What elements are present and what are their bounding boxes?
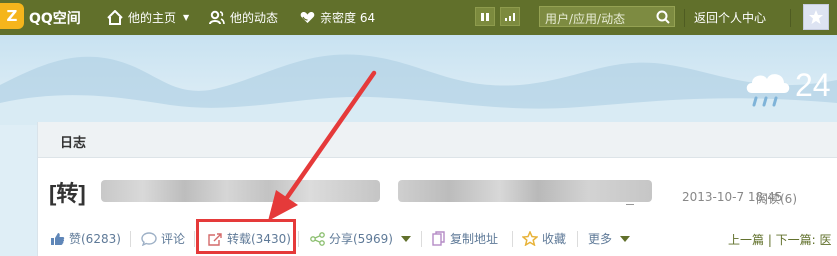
panel-title: 日志 bbox=[60, 136, 87, 151]
search-placeholder: 用户/应用/动态 bbox=[545, 12, 626, 26]
copy-link-label: 复制地址 bbox=[450, 232, 499, 246]
blurred-title-text bbox=[398, 180, 652, 202]
share-button[interactable]: 分享(5969) bbox=[310, 230, 411, 247]
nav-home-label: 他的主页 bbox=[128, 11, 177, 25]
hero-banner: 24 bbox=[0, 35, 837, 125]
highlight-box bbox=[196, 219, 296, 254]
chevron-down-icon: ▼ bbox=[183, 13, 190, 22]
more-label: 更多 bbox=[588, 232, 613, 246]
like-button[interactable]: 赞(6283) bbox=[50, 230, 121, 247]
thumbs-up-icon bbox=[51, 232, 65, 245]
nav-activity-label: 他的动态 bbox=[230, 11, 279, 25]
search-input[interactable]: 用户/应用/动态 bbox=[539, 6, 675, 27]
divider bbox=[512, 231, 513, 247]
avatar[interactable] bbox=[803, 4, 829, 30]
rain-cloud-icon bbox=[746, 74, 790, 107]
star-outline-icon bbox=[522, 231, 538, 246]
favorite-label: 收藏 bbox=[542, 232, 567, 246]
pause-icon bbox=[481, 12, 489, 21]
mountains-decoration bbox=[0, 54, 837, 125]
nav-home[interactable]: 他的主页 ▼ bbox=[107, 9, 189, 26]
nav-activity[interactable]: 他的动态 bbox=[209, 9, 278, 26]
chevron-down-icon bbox=[620, 235, 631, 242]
divider bbox=[298, 231, 299, 247]
brand-title[interactable]: QQ空间 bbox=[29, 8, 81, 28]
copy-link-button[interactable]: 复制地址 bbox=[432, 230, 498, 247]
divider bbox=[421, 231, 422, 247]
search-icon[interactable] bbox=[656, 10, 670, 24]
divider bbox=[130, 231, 131, 247]
blurred-title-text bbox=[101, 180, 380, 202]
divider bbox=[626, 204, 634, 205]
qzone-logo[interactable]: Z bbox=[0, 3, 24, 29]
panel-header: 日志 bbox=[38, 122, 837, 158]
comment-button[interactable]: 评论 bbox=[141, 230, 185, 247]
prev-next-post-links[interactable]: 上一篇 | 下一篇: 医 bbox=[728, 231, 832, 248]
temperature-readout: 24 bbox=[795, 67, 831, 103]
top-nav-bar: Z QQ空间 他的主页 ▼ 他的动态 亲密度 64 用户/应用/动态 返回个人中… bbox=[0, 0, 837, 35]
nav-intimacy[interactable]: 亲密度 64 bbox=[300, 9, 375, 26]
post-title-prefix: [转] bbox=[49, 181, 86, 206]
pause-button[interactable] bbox=[475, 7, 495, 26]
star-icon bbox=[809, 10, 823, 24]
people-icon bbox=[209, 10, 225, 25]
like-label: 赞(6283) bbox=[69, 232, 121, 246]
more-button[interactable]: 更多 bbox=[588, 230, 631, 247]
signal-button[interactable] bbox=[500, 7, 520, 26]
chevron-down-icon bbox=[400, 235, 411, 242]
post-read-count: 阅读(6) bbox=[756, 192, 797, 206]
divider bbox=[684, 9, 685, 27]
return-personal-center-link[interactable]: 返回个人中心 bbox=[694, 9, 766, 26]
post-action-bar: 赞(6283) 评论 转载(3430) 分享(5969) 复制地址 收藏 更多 … bbox=[0, 226, 837, 252]
copy-icon bbox=[432, 231, 445, 246]
divider bbox=[577, 231, 578, 247]
heart-icon bbox=[300, 11, 315, 23]
share-icon bbox=[310, 231, 325, 246]
divider bbox=[790, 9, 791, 27]
favorite-button[interactable]: 收藏 bbox=[522, 230, 566, 247]
nav-intimacy-label: 亲密度 64 bbox=[320, 11, 376, 25]
comment-label: 评论 bbox=[161, 232, 186, 246]
signal-bars-icon bbox=[505, 12, 515, 21]
comment-bubble-icon bbox=[141, 231, 157, 246]
divider bbox=[194, 231, 195, 247]
share-label: 分享(5969) bbox=[329, 232, 393, 246]
home-icon bbox=[107, 10, 123, 25]
